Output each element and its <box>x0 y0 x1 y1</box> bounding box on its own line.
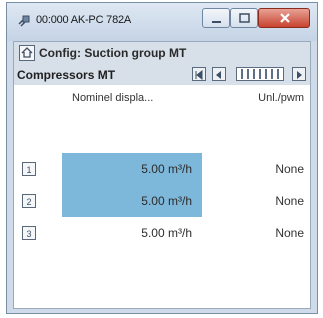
svg-text:3: 3 <box>26 229 31 239</box>
config-title: Config: Suction group MT <box>39 46 187 60</box>
nominal-displacement-value[interactable]: 5.00 m³/h <box>62 217 202 249</box>
prev-page-button[interactable] <box>212 67 226 81</box>
page-scrollbar[interactable] <box>236 67 284 81</box>
unloader-value[interactable]: None <box>275 217 304 249</box>
client-area: Config: Suction group MT Compressors MT <box>13 41 311 309</box>
scroll-thumb[interactable] <box>241 69 279 79</box>
column-header-unit: Unl./pwm <box>258 92 304 104</box>
maximize-icon <box>239 13 250 23</box>
home-icon[interactable] <box>19 45 35 61</box>
table-row[interactable]: 1 5.00 m³/h None <box>14 153 310 185</box>
prev-page-icon <box>216 71 221 79</box>
next-page-button[interactable] <box>292 67 306 81</box>
first-page-button[interactable] <box>192 67 206 81</box>
column-header-nominal: Nominel displa... <box>72 92 154 104</box>
table-row[interactable]: 2 5.00 m³/h None <box>14 185 310 217</box>
compressors-bar: Compressors MT <box>14 64 310 85</box>
maximize-button[interactable] <box>230 8 258 28</box>
minimize-icon <box>212 21 221 23</box>
compressors-title: Compressors MT <box>17 68 116 82</box>
config-bar: Config: Suction group MT <box>14 42 310 65</box>
nominal-displacement-value[interactable]: 5.00 m³/h <box>62 185 202 217</box>
compressor-2-icon[interactable]: 2 <box>22 194 36 208</box>
table-row[interactable]: 3 5.00 m³/h None <box>14 217 310 249</box>
compressor-3-icon[interactable]: 3 <box>22 226 36 240</box>
unloader-value[interactable]: None <box>275 185 304 217</box>
next-page-icon <box>297 71 302 79</box>
app-window: 00:000 AK-PC 782A Config: Suction group <box>6 2 318 314</box>
plug-icon <box>18 15 30 27</box>
close-icon <box>280 13 290 23</box>
window-title: 00:000 AK-PC 782A <box>36 14 132 26</box>
svg-text:1: 1 <box>26 165 31 175</box>
minimize-button[interactable] <box>202 8 230 28</box>
close-button[interactable] <box>258 8 310 28</box>
title-bar[interactable]: 00:000 AK-PC 782A <box>7 3 317 41</box>
nominal-displacement-value[interactable]: 5.00 m³/h <box>62 153 202 185</box>
unloader-value[interactable]: None <box>275 153 304 185</box>
first-page-icon <box>195 69 203 81</box>
svg-text:2: 2 <box>26 197 31 207</box>
compressor-1-icon[interactable]: 1 <box>22 162 36 176</box>
